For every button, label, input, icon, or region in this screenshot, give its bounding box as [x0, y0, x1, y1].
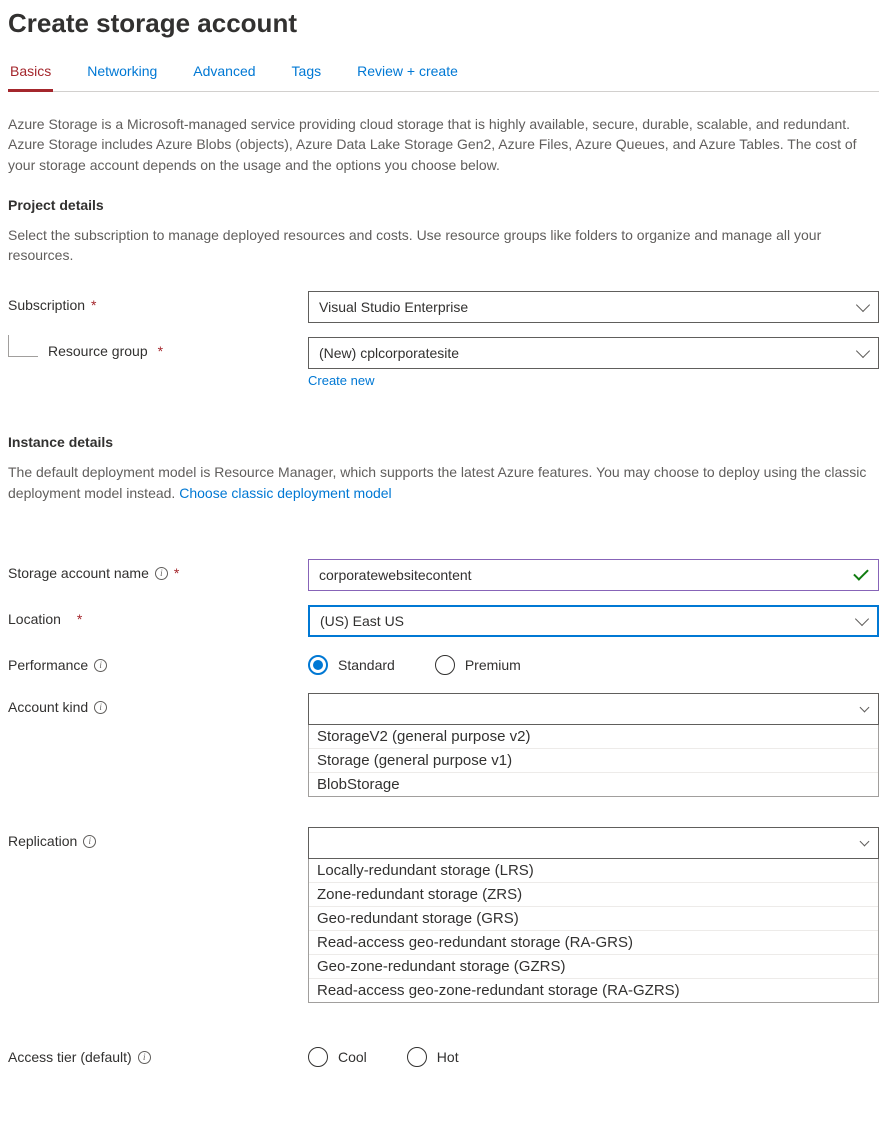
project-details-heading: Project details [8, 197, 879, 213]
location-select[interactable]: (US) East US [308, 605, 879, 637]
access-tier-label: Access tier (default) i [8, 1043, 308, 1065]
project-details-desc: Select the subscription to manage deploy… [8, 225, 879, 266]
chevron-down-icon [856, 298, 870, 312]
replication-option[interactable]: Read-access geo-zone-redundant storage (… [309, 979, 878, 1002]
tree-elbow-icon [8, 335, 38, 357]
storage-account-name-value: corporatewebsitecontent [319, 567, 472, 583]
location-label: Location * [8, 605, 308, 627]
account-kind-listbox: StorageV2 (general purpose v2) Storage (… [308, 724, 879, 797]
page-title: Create storage account [8, 8, 879, 39]
resource-group-select[interactable]: (New) cplcorporatesite [308, 337, 879, 369]
storage-account-name-label: Storage account name i * [8, 559, 308, 581]
replication-option[interactable]: Geo-zone-redundant storage (GZRS) [309, 955, 878, 979]
location-value: (US) East US [320, 613, 404, 629]
access-tier-hot-radio[interactable]: Hot [407, 1047, 459, 1067]
account-kind-option[interactable]: StorageV2 (general purpose v2) [309, 725, 878, 749]
replication-option[interactable]: Read-access geo-redundant storage (RA-GR… [309, 931, 878, 955]
chevron-down-icon [860, 702, 870, 712]
tab-advanced[interactable]: Advanced [191, 57, 257, 92]
subscription-value: Visual Studio Enterprise [319, 299, 468, 315]
tab-tags[interactable]: Tags [290, 57, 324, 92]
chevron-down-icon [856, 344, 870, 358]
performance-premium-label: Premium [465, 657, 521, 673]
classic-deployment-link[interactable]: Choose classic deployment model [179, 485, 391, 501]
performance-label: Performance i [8, 651, 308, 673]
performance-standard-label: Standard [338, 657, 395, 673]
intro-text: Azure Storage is a Microsoft-managed ser… [8, 114, 879, 175]
storage-account-name-input[interactable]: corporatewebsitecontent [308, 559, 879, 591]
tab-basics[interactable]: Basics [8, 57, 53, 92]
info-icon[interactable]: i [94, 701, 107, 714]
radio-checked-icon [308, 655, 328, 675]
tab-networking[interactable]: Networking [85, 57, 159, 92]
account-kind-select[interactable] [308, 693, 879, 725]
performance-premium-radio[interactable]: Premium [435, 655, 521, 675]
account-kind-label: Account kind i [8, 693, 308, 715]
tab-review-create[interactable]: Review + create [355, 57, 460, 92]
tab-bar: Basics Networking Advanced Tags Review +… [8, 57, 879, 92]
replication-select[interactable] [308, 827, 879, 859]
radio-unchecked-icon [308, 1047, 328, 1067]
radio-unchecked-icon [435, 655, 455, 675]
create-new-link[interactable]: Create new [308, 373, 374, 388]
info-icon[interactable]: i [138, 1051, 151, 1064]
chevron-down-icon [860, 836, 870, 846]
access-tier-cool-radio[interactable]: Cool [308, 1047, 367, 1067]
replication-listbox: Locally-redundant storage (LRS) Zone-red… [308, 858, 879, 1003]
resource-group-value: (New) cplcorporatesite [319, 345, 459, 361]
resource-group-label: Resource group* [8, 337, 308, 359]
info-icon[interactable]: i [94, 659, 107, 672]
chevron-down-icon [855, 612, 869, 626]
access-tier-hot-label: Hot [437, 1049, 459, 1065]
account-kind-option[interactable]: BlobStorage [309, 773, 878, 796]
replication-option[interactable]: Zone-redundant storage (ZRS) [309, 883, 878, 907]
account-kind-option[interactable]: Storage (general purpose v1) [309, 749, 878, 773]
radio-unchecked-icon [407, 1047, 427, 1067]
access-tier-cool-label: Cool [338, 1049, 367, 1065]
instance-details-desc: The default deployment model is Resource… [8, 462, 879, 503]
check-icon [853, 565, 869, 581]
performance-standard-radio[interactable]: Standard [308, 655, 395, 675]
subscription-label: Subscription* [8, 291, 308, 313]
replication-option[interactable]: Geo-redundant storage (GRS) [309, 907, 878, 931]
replication-label: Replication i [8, 827, 308, 849]
replication-option[interactable]: Locally-redundant storage (LRS) [309, 859, 878, 883]
subscription-select[interactable]: Visual Studio Enterprise [308, 291, 879, 323]
info-icon[interactable]: i [155, 567, 168, 580]
instance-details-heading: Instance details [8, 434, 879, 450]
info-icon[interactable]: i [83, 835, 96, 848]
